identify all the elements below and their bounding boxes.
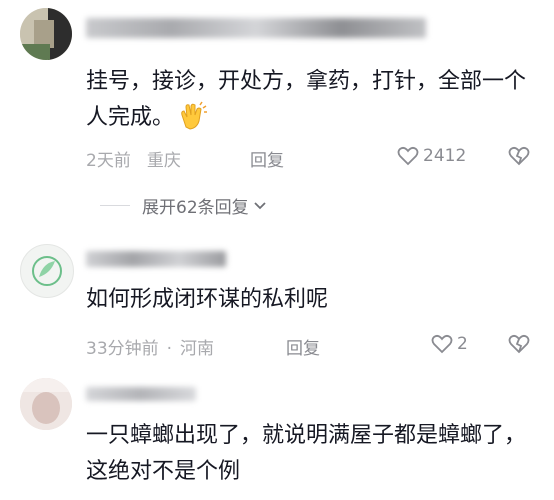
leaf-avatar-icon bbox=[32, 256, 62, 286]
dislike-button[interactable] bbox=[508, 146, 530, 166]
username-blurred[interactable] bbox=[86, 18, 426, 43]
separator: · bbox=[166, 339, 173, 359]
comment-location: 河南 bbox=[180, 339, 215, 359]
avatar-image bbox=[20, 8, 72, 60]
comment-time: 33分钟前 bbox=[86, 339, 159, 359]
expand-replies-label: 展开62条回复 bbox=[142, 198, 249, 218]
avatar[interactable] bbox=[20, 8, 72, 60]
avatar[interactable] bbox=[20, 378, 72, 430]
heart-icon bbox=[397, 146, 419, 166]
comment-meta: 2天前 重庆 bbox=[86, 146, 181, 171]
reply-button[interactable]: 回复 bbox=[286, 334, 320, 359]
username-blurred[interactable] bbox=[86, 248, 226, 272]
broken-heart-icon bbox=[508, 334, 530, 354]
divider bbox=[100, 205, 130, 206]
comment-location: 重庆 bbox=[146, 151, 181, 171]
reply-button[interactable]: 回复 bbox=[250, 146, 284, 171]
like-button[interactable]: 2 bbox=[431, 334, 468, 354]
broken-heart-icon bbox=[508, 146, 530, 166]
avatar-image bbox=[20, 378, 72, 430]
like-count: 2412 bbox=[423, 146, 467, 166]
comment-text: 一只蟑螂出现了，就说明满屋子都是蟑螂了，这绝对不是个例 bbox=[86, 423, 527, 484]
comment-text: 挂号，接诊，开处方，拿药，打针，全部一个人完成。 bbox=[86, 64, 526, 143]
username-blurred[interactable] bbox=[86, 382, 196, 406]
like-count: 2 bbox=[457, 334, 468, 354]
clapping-hands-icon bbox=[178, 101, 208, 143]
comment-time: 2天前 bbox=[86, 151, 131, 171]
chevron-down-icon bbox=[254, 201, 266, 209]
comment-meta: 33分钟前 · 河南 bbox=[86, 334, 214, 359]
like-button[interactable]: 2412 bbox=[397, 146, 466, 166]
avatar[interactable] bbox=[20, 244, 74, 298]
expand-replies-button[interactable]: 展开62条回复 bbox=[100, 193, 267, 218]
heart-icon bbox=[431, 334, 453, 354]
comment-text: 如何形成闭环谋的私利呢 bbox=[86, 287, 329, 312]
dislike-button[interactable] bbox=[508, 334, 530, 354]
